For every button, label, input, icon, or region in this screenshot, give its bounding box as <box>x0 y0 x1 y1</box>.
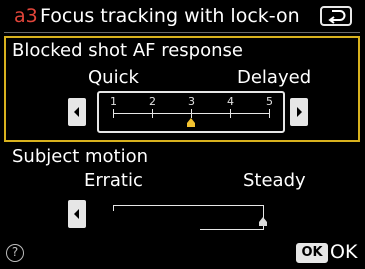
scale-tick <box>191 109 192 118</box>
scale-number: 1 <box>110 95 117 108</box>
scale-number: 2 <box>149 95 156 108</box>
scale-right-label: Delayed <box>237 67 312 88</box>
slider-indicator-icon <box>259 217 267 226</box>
slider-indicator-icon <box>187 118 195 127</box>
slider-track-bottom-edge <box>200 229 264 230</box>
ok-label: OK <box>330 241 358 263</box>
scale-number: 4 <box>227 95 234 108</box>
slider-track-box[interactable]: 1 2 3 4 5 <box>97 91 285 133</box>
back-return-icon <box>328 10 346 24</box>
scale-left-label: Quick <box>88 67 139 88</box>
scale-number: 5 <box>266 95 273 108</box>
arrow-left-icon <box>74 107 79 117</box>
help-icon[interactable]: ? <box>6 244 24 262</box>
arrow-left-icon <box>74 209 79 219</box>
arrow-right-icon <box>297 107 302 117</box>
scale-tick <box>269 109 270 118</box>
page-title: Focus tracking with lock-on <box>40 5 300 27</box>
ok-button-badge[interactable]: OK <box>296 243 328 263</box>
setting-label: Subject motion <box>12 146 149 167</box>
scale-tick <box>113 109 114 118</box>
increase-button[interactable] <box>290 98 308 126</box>
decrease-button[interactable] <box>68 200 86 228</box>
scale-number: 3 <box>188 95 195 108</box>
scale-left-label: Erratic <box>84 170 143 191</box>
menu-code: a3 <box>14 5 38 27</box>
slider-scale-line[interactable] <box>113 205 264 206</box>
scale-tick <box>152 109 153 118</box>
setting-label: Blocked shot AF response <box>12 40 243 61</box>
title-divider <box>4 32 360 33</box>
scale-tick <box>230 109 231 118</box>
back-button[interactable] <box>320 6 352 26</box>
scale-right-label: Steady <box>243 170 306 191</box>
decrease-button[interactable] <box>68 98 86 126</box>
